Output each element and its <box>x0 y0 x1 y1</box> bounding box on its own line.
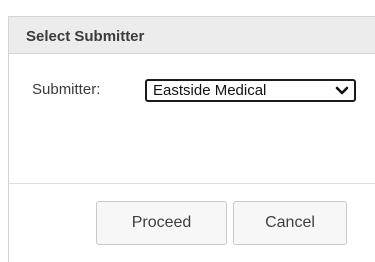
chevron-down-icon <box>335 86 349 95</box>
dialog-header: Select Submitter <box>9 17 375 54</box>
submitter-select-value: Eastside Medical <box>153 82 267 99</box>
cancel-button[interactable]: Cancel <box>233 201 347 245</box>
submitter-select[interactable]: Eastside Medical <box>145 79 356 102</box>
dialog-title: Select Submitter <box>26 28 145 45</box>
proceed-button[interactable]: Proceed <box>96 201 227 245</box>
dialog-divider <box>9 183 375 184</box>
submitter-label: Submitter: <box>32 81 101 98</box>
